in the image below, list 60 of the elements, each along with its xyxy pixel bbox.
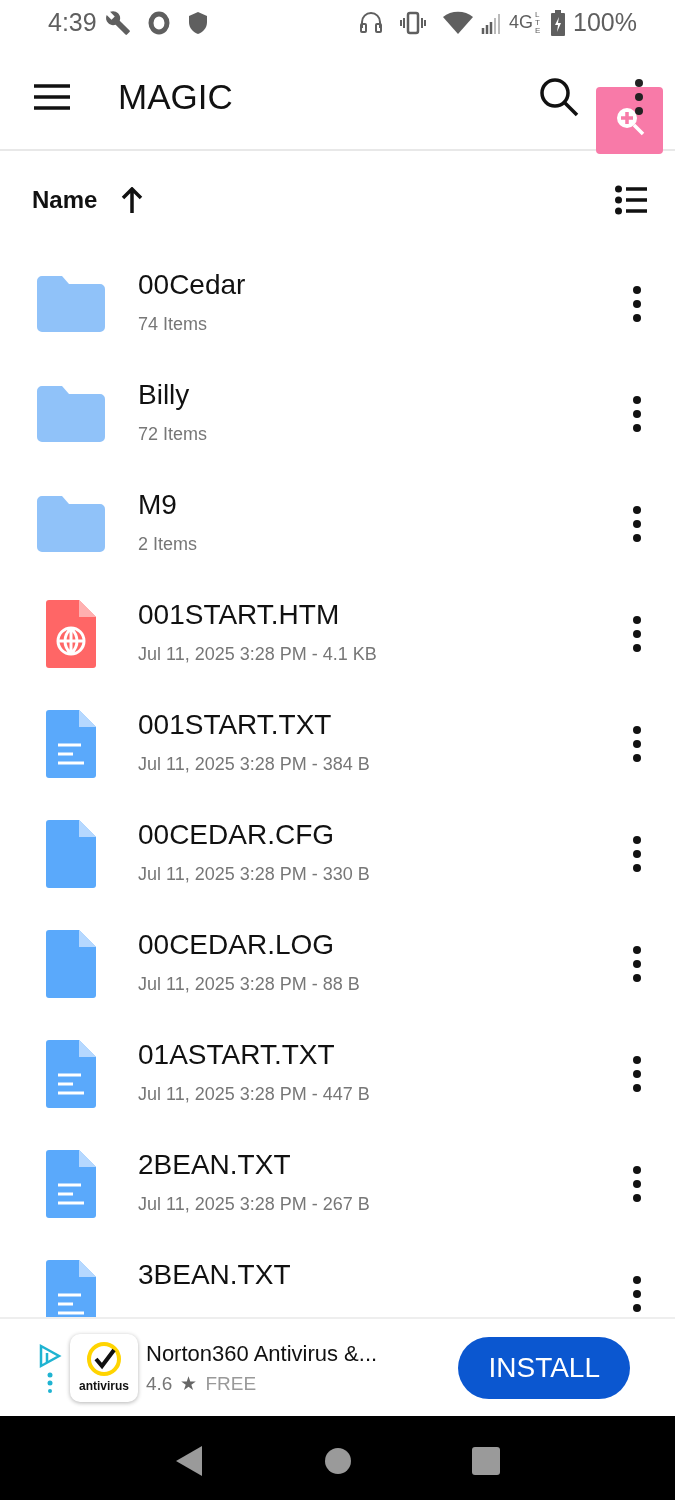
network-label: 4G [509,11,534,34]
file-name[interactable]: 001START.TXT [138,710,627,741]
folder-icon [37,386,105,442]
file-detail: Jul 11, 2025 3:28 PM - 88 B [138,972,361,996]
wrench-icon [104,9,131,36]
sort-label[interactable]: Name [32,182,98,218]
file-name[interactable]: 00CEDAR.LOG [138,930,627,961]
file-name[interactable]: 001START.HTM [138,600,627,631]
network-sub-label: LTE [535,10,542,35]
file-detail: 72 Items [138,422,209,446]
file-detail: Jul 11, 2025 3:28 PM - 447 B [138,1082,371,1106]
file-icon [46,820,96,888]
status-time: 4:39 [48,6,97,38]
ad-title[interactable]: Norton360 Antivirus &... [146,1336,378,1370]
text-file-icon [46,1040,96,1108]
folder-icon [37,276,105,332]
file-detail: Jul 11, 2025 3:28 PM - 4.1 KB [138,642,378,666]
file-detail: Jul 11, 2025 3:28 PM - 384 B [138,752,371,776]
ad-rating: 4.6 [146,1371,173,1396]
app-title: MAGIC [118,75,233,118]
text-file-icon [46,1150,96,1218]
file-name[interactable]: 3BEAN.TXT [138,1260,627,1291]
file-name[interactable]: M9 [138,490,627,521]
folder-icon [37,496,105,552]
wifi-icon [443,10,474,35]
file-name[interactable]: 01ASTART.TXT [138,1040,627,1071]
menu-icon[interactable] [34,84,70,110]
recents-icon[interactable] [471,1447,500,1475]
text-file-icon [46,1260,96,1317]
app-icon[interactable]: antivirus [70,1333,138,1402]
file-detail: 74 Items [138,312,209,336]
check-circle-icon [86,1340,122,1377]
battery-level: 100% [573,6,637,38]
headset-icon [359,9,384,36]
home-icon[interactable] [323,1447,352,1475]
app-icon-label: antivirus [79,1377,129,1395]
shield-icon [186,10,209,35]
file-icon [46,930,96,998]
file-detail: 2 Items [138,532,199,556]
ad-price: FREE [205,1371,257,1396]
file-name[interactable]: 00CEDAR.CFG [138,820,627,851]
web-file-icon [46,600,96,668]
sort-arrow-icon[interactable] [121,187,144,213]
zoom-in-icon [614,105,645,136]
file-name[interactable]: 00Cedar [138,270,627,301]
search-icon[interactable] [539,77,579,117]
zoom-in-button[interactable] [596,87,663,154]
back-icon[interactable] [175,1446,204,1476]
ring-icon [146,10,171,35]
battery-icon [551,9,566,36]
star-icon: ★ [180,1369,198,1399]
file-name[interactable]: Billy [138,380,627,411]
file-name[interactable]: 2BEAN.TXT [138,1150,627,1181]
file-detail: Jul 11, 2025 3:28 PM - 267 B [138,1192,371,1216]
signal-icon [481,11,502,34]
list-view-icon[interactable] [615,185,647,215]
vibrate-icon [399,10,428,35]
install-button[interactable]: INSTALL [458,1336,630,1399]
text-file-icon [46,710,96,778]
file-detail: Jul 11, 2025 3:28 PM - 330 B [138,862,371,886]
